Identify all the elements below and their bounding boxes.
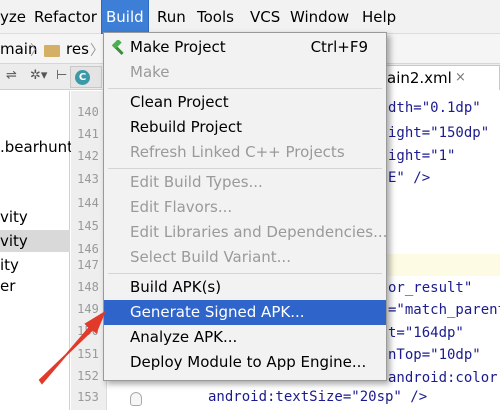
- red-arrow-annotation: [38, 310, 107, 385]
